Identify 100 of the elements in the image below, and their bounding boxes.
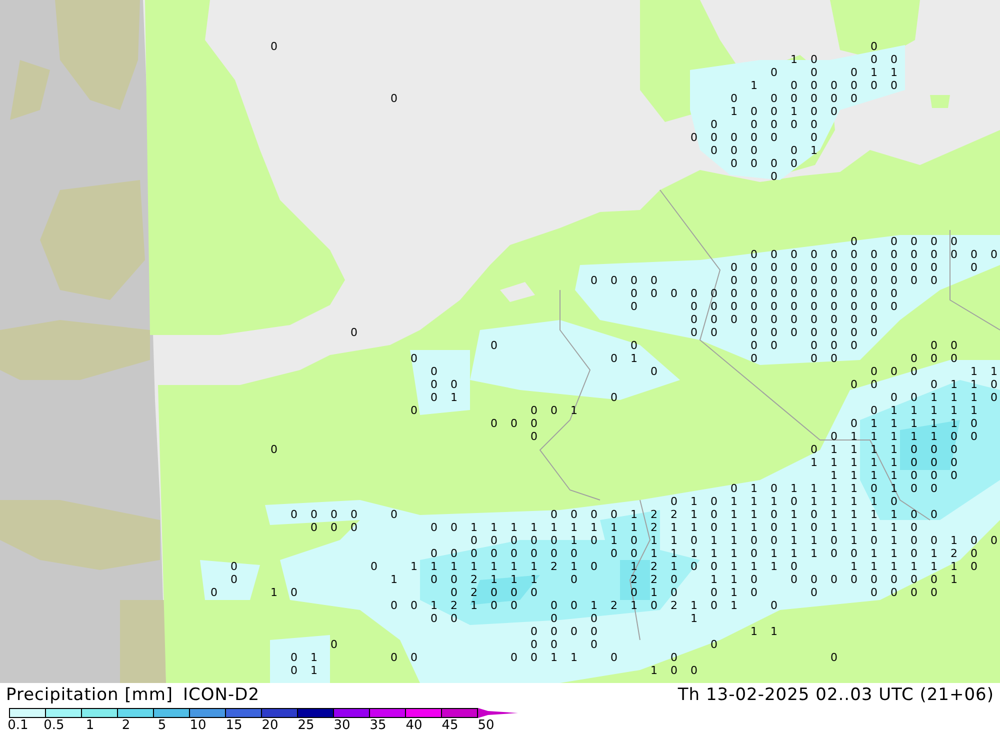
precip-value: 1 <box>710 548 718 559</box>
precip-value: 0 <box>990 392 998 403</box>
precip-value: 0 <box>750 314 758 325</box>
precip-value: 1 <box>490 561 498 572</box>
precip-value: 0 <box>910 535 918 546</box>
precip-value: 0 <box>810 249 818 260</box>
precip-value: 0 <box>790 496 798 507</box>
precip-value: 0 <box>770 106 778 117</box>
precip-value: 0 <box>590 639 598 650</box>
precip-value: 0 <box>930 509 938 520</box>
precip-value: 1 <box>830 483 838 494</box>
precip-value: 0 <box>450 522 458 533</box>
precip-value: 0 <box>830 288 838 299</box>
precip-value: 0 <box>330 522 338 533</box>
precip-value: 0 <box>830 548 838 559</box>
precip-value: 1 <box>750 522 758 533</box>
precip-value: 0 <box>710 327 718 338</box>
precip-value: 0 <box>290 509 298 520</box>
precip-value: 0 <box>550 639 558 650</box>
precip-value: 1 <box>830 457 838 468</box>
precip-value: 0 <box>910 275 918 286</box>
precip-value: 0 <box>290 652 298 663</box>
legend-tick-label: 20 <box>260 718 280 733</box>
precip-value: 0 <box>950 431 958 442</box>
precip-value: 0 <box>870 535 878 546</box>
precip-value: 0 <box>690 327 698 338</box>
precip-value: 1 <box>850 457 858 468</box>
precip-value: 1 <box>890 509 898 520</box>
precip-value: 1 <box>810 145 818 156</box>
precip-value: 0 <box>750 574 758 585</box>
precip-value: 0 <box>650 366 658 377</box>
precip-value: 1 <box>730 509 738 520</box>
precip-value: 2 <box>450 600 458 611</box>
precip-value: 1 <box>770 561 778 572</box>
precip-value: 0 <box>870 327 878 338</box>
precip-value: 0 <box>230 574 238 585</box>
precip-value: 0 <box>970 262 978 273</box>
precip-value: 1 <box>690 600 698 611</box>
precip-value: 0 <box>770 275 778 286</box>
precip-value: 0 <box>810 106 818 117</box>
precip-value: 0 <box>830 249 838 260</box>
precip-value: 0 <box>390 93 398 104</box>
precip-value: 0 <box>550 600 558 611</box>
legend-tick-label: 25 <box>296 718 316 733</box>
precip-value: 1 <box>610 522 618 533</box>
precip-value: 0 <box>810 93 818 104</box>
precip-value: 0 <box>650 275 658 286</box>
precip-value: 0 <box>850 275 858 286</box>
legend-tick-label: 30 <box>332 718 352 733</box>
precip-value: 1 <box>870 561 878 572</box>
precip-value: 0 <box>750 587 758 598</box>
precip-value: 0 <box>930 535 938 546</box>
precip-value: 0 <box>530 587 538 598</box>
precip-value: 1 <box>810 483 818 494</box>
precip-value: 0 <box>830 353 838 364</box>
precip-value: 0 <box>710 639 718 650</box>
precip-value: 0 <box>530 418 538 429</box>
precip-value: 0 <box>870 314 878 325</box>
precip-value: 1 <box>430 600 438 611</box>
precip-value: 0 <box>770 535 778 546</box>
precip-value: 0 <box>790 119 798 130</box>
precip-value: 0 <box>870 275 878 286</box>
precip-value: 1 <box>650 535 658 546</box>
precip-value: 0 <box>230 561 238 572</box>
precip-value: 0 <box>830 652 838 663</box>
precip-value: 1 <box>750 483 758 494</box>
precip-value: 1 <box>930 548 938 559</box>
precip-value: 0 <box>510 652 518 663</box>
precip-value: 0 <box>850 93 858 104</box>
precip-value: 0 <box>970 548 978 559</box>
precip-value: 1 <box>790 54 798 65</box>
precip-value: 1 <box>510 561 518 572</box>
precip-value: 0 <box>730 483 738 494</box>
precip-value: 0 <box>790 288 798 299</box>
precip-value: 0 <box>870 587 878 598</box>
precip-value: 0 <box>670 587 678 598</box>
legend-tick-label: 15 <box>224 718 244 733</box>
precip-value: 0 <box>730 145 738 156</box>
precip-value: 0 <box>930 574 938 585</box>
precip-value: 0 <box>670 665 678 676</box>
precip-value: 0 <box>490 587 498 598</box>
precip-value: 1 <box>970 405 978 416</box>
precip-value: 0 <box>810 522 818 533</box>
precip-value: 0 <box>710 496 718 507</box>
precip-value: 0 <box>450 548 458 559</box>
precip-value: 0 <box>850 301 858 312</box>
precip-value: 0 <box>530 405 538 416</box>
precip-value: 0 <box>810 301 818 312</box>
precip-value: 0 <box>730 314 738 325</box>
precip-value: 0 <box>850 288 858 299</box>
precip-value: 1 <box>950 418 958 429</box>
precip-value: 2 <box>470 574 478 585</box>
precip-value: 0 <box>410 652 418 663</box>
precip-value: 1 <box>550 652 558 663</box>
precip-value: 0 <box>810 327 818 338</box>
precip-value: 0 <box>670 652 678 663</box>
precip-value: 0 <box>770 132 778 143</box>
precip-value: 0 <box>890 80 898 91</box>
precip-value: 0 <box>670 288 678 299</box>
precip-value: 1 <box>570 535 578 546</box>
